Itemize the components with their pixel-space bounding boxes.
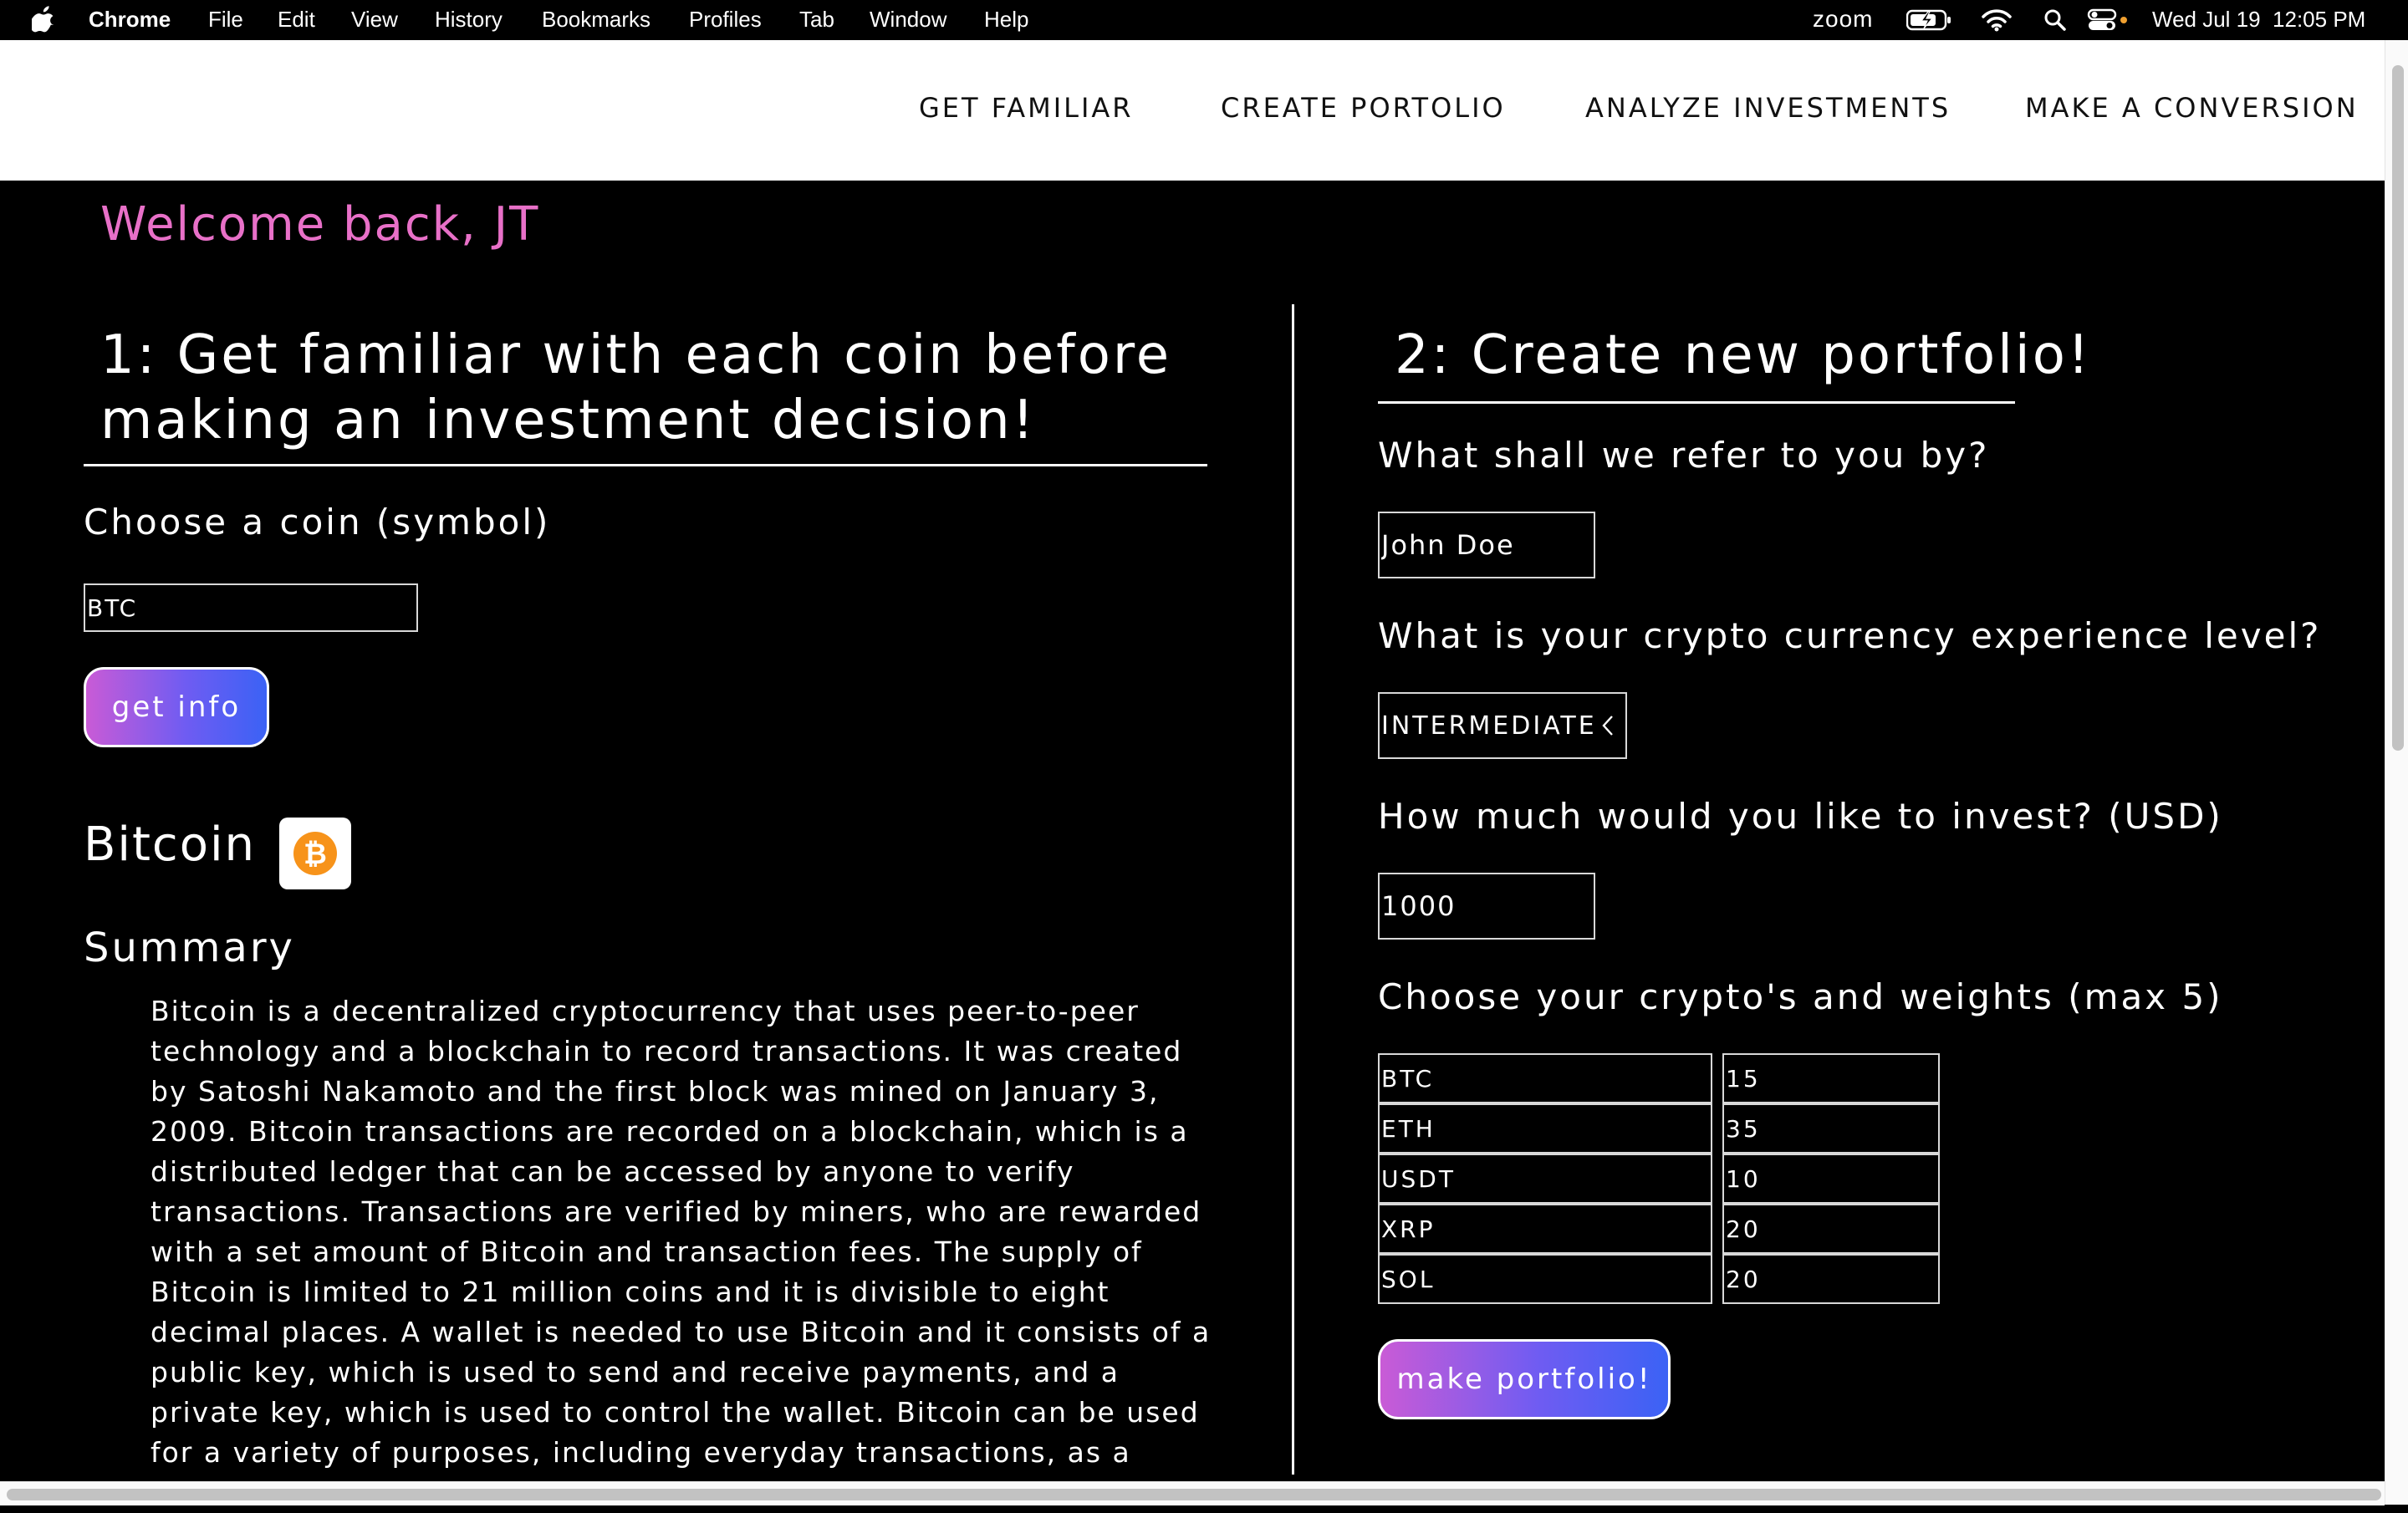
familiar-heading: 1: Get familiar with each coin before ma… [100,323,1171,453]
weights-label: Choose your crypto's and weights (max 5) [1378,976,2223,1017]
vertical-scrollbar[interactable] [2385,40,2408,1505]
coin-summary-text: Bitcoin is a decentralized cryptocurrenc… [150,995,1212,1509]
menubar-clock[interactable]: Wed Jul 19 12:05 PM [2152,0,2365,40]
get-info-button[interactable]: get info [84,667,269,747]
invest-label: How much would you like to invest? (USD) [1378,796,2223,837]
menu-help[interactable]: Help [984,0,1028,40]
menu-view[interactable]: View [351,0,398,40]
coin-cell[interactable]: SOL [1378,1254,1712,1304]
coin-cell[interactable]: USDT [1378,1154,1712,1204]
menu-history[interactable]: History [435,0,503,40]
weight-cell[interactable]: 10 [1722,1154,1940,1204]
apple-icon[interactable] [29,0,55,40]
weight-cell[interactable]: 35 [1722,1103,1940,1154]
choose-coin-label: Choose a coin (symbol) [84,502,551,543]
section-divider [1292,304,1294,1475]
portfolio-heading-underline [1378,401,2015,404]
make-portfolio-button[interactable]: make portfolio! [1378,1339,1671,1419]
wifi-icon[interactable] [1982,0,2012,40]
coin-cell[interactable]: BTC [1378,1053,1712,1103]
weight-cell[interactable]: 20 [1722,1254,1940,1304]
svg-text:₿: ₿ [304,838,327,871]
search-icon[interactable] [2043,0,2067,40]
experience-label: What is your crypto currency experience … [1378,615,2322,656]
nav-analyze-investments[interactable]: ANALYZE INVESTMENTS [1585,92,1951,124]
weight-cell[interactable]: 15 [1722,1053,1940,1103]
weight-cell[interactable]: 20 [1722,1204,1940,1254]
main-content: Welcome back, JT 1: Get familiar with ea… [0,181,2385,1509]
coin-symbol-input[interactable] [84,583,418,632]
portfolio-heading: 2: Create new portfolio! [1395,324,2092,386]
battery-charging-icon[interactable] [1906,0,1953,40]
invest-amount-input[interactable] [1378,873,1595,940]
weights-table: BTC 15 ETH 35 USDT 10 XRP 20 SOL 20 [1378,1053,1940,1306]
coin-logo-tile: ₿ [279,818,351,889]
familiar-heading-line1: 1: Get familiar with each coin before [100,324,1172,386]
horizontal-scrollbar-thumb[interactable] [7,1489,2381,1500]
menu-edit[interactable]: Edit [278,0,315,40]
name-input[interactable] [1378,512,1595,578]
menu-profiles[interactable]: Profiles [689,0,762,40]
nav-make-a-conversion[interactable]: MAKE A CONVERSION [2025,92,2359,124]
macos-menu-bar: Chrome File Edit View History Bookmarks … [0,0,2408,40]
vertical-scrollbar-thumb[interactable] [2392,65,2404,751]
familiar-heading-line2: making an investment decision! [100,390,1037,451]
control-center-icon[interactable] [2087,0,2129,40]
menu-window[interactable]: Window [870,0,946,40]
menu-app-chrome[interactable]: Chrome [89,0,171,40]
zoom-status-label[interactable]: zoom [1813,0,1873,40]
menu-tab[interactable]: Tab [799,0,834,40]
coin-cell[interactable]: ETH [1378,1103,1712,1154]
experience-select-value: INTERMEDIATE [1381,711,1597,741]
menu-file[interactable]: File [208,0,243,40]
coin-name: Bitcoin [84,818,257,872]
coin-cell[interactable]: XRP [1378,1204,1712,1254]
nav-get-familiar[interactable]: GET FAMILIAR [919,92,1134,124]
familiar-heading-underline [84,464,1207,466]
horizontal-scrollbar[interactable] [0,1481,2385,1505]
site-nav-bar: GET FAMILIAR CREATE PORTOLIO ANALYZE INV… [0,40,2385,181]
name-label: What shall we refer to you by? [1378,435,1990,476]
menu-bookmarks[interactable]: Bookmarks [542,0,650,40]
bitcoin-icon: ₿ [293,832,337,875]
nav-create-portfolio[interactable]: CREATE PORTOLIO [1221,92,1506,124]
experience-select[interactable]: INTERMEDIATE [1378,692,1627,759]
summary-heading: Summary [84,925,295,971]
welcome-message: Welcome back, JT [100,197,540,252]
chevron-left-icon [1602,716,1613,736]
